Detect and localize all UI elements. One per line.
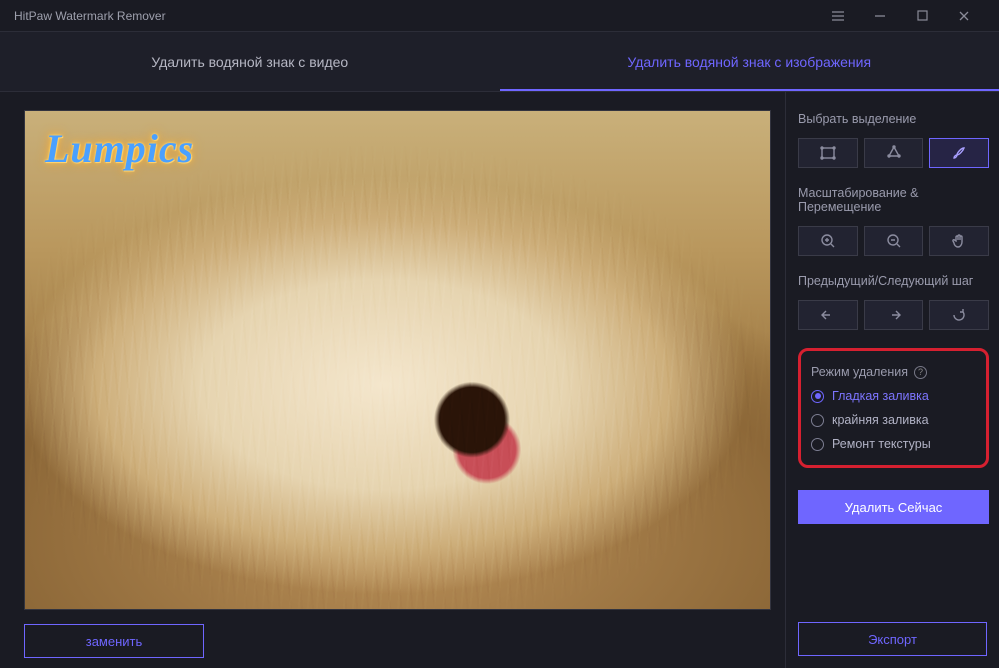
- mode-edge-label: крайняя заливка: [832, 413, 929, 427]
- brush-select-icon[interactable]: [929, 138, 989, 168]
- zoom-label: Масштабирование & Перемещение: [798, 186, 989, 214]
- minimize-button[interactable]: [859, 0, 901, 32]
- radio-icon: [811, 390, 824, 403]
- tab-video[interactable]: Удалить водяной знак с видео: [0, 32, 500, 91]
- side-panel: Выбрать выделение Масштабирование & Пере…: [785, 92, 999, 668]
- image-canvas[interactable]: Lumpics: [24, 110, 771, 610]
- replace-button[interactable]: заменить: [24, 624, 204, 658]
- canvas-inner: Lumpics: [25, 111, 770, 609]
- mode-label-text: Режим удаления: [811, 365, 908, 379]
- radio-icon: [811, 438, 824, 451]
- mode-texture-label: Ремонт текстуры: [832, 437, 931, 451]
- mode-smooth-label: Гладкая заливка: [832, 389, 929, 403]
- mode-edge[interactable]: крайняя заливка: [811, 413, 976, 427]
- app-title: HitPaw Watermark Remover: [14, 9, 817, 23]
- tab-image[interactable]: Удалить водяной знак с изображения: [500, 32, 999, 91]
- replace-row: заменить: [24, 610, 771, 658]
- undo-icon[interactable]: [798, 300, 858, 330]
- menu-icon[interactable]: [817, 0, 859, 32]
- remove-now-button[interactable]: Удалить Сейчас: [798, 490, 989, 524]
- mode-tabs: Удалить водяной знак с видео Удалить вод…: [0, 32, 999, 92]
- zoom-in-icon[interactable]: [798, 226, 858, 256]
- help-icon[interactable]: ?: [914, 366, 927, 379]
- canvas-column: Lumpics заменить: [0, 92, 785, 668]
- body: Lumpics заменить Выбрать выделение: [0, 92, 999, 668]
- removal-mode-group: Режим удаления ? Гладкая заливка крайняя…: [798, 348, 989, 468]
- preview-image: [25, 111, 770, 609]
- mode-label: Режим удаления ?: [811, 365, 976, 379]
- reset-icon[interactable]: [929, 300, 989, 330]
- history-tools: [798, 300, 989, 330]
- selection-tools: [798, 138, 989, 168]
- selection-label: Выбрать выделение: [798, 112, 989, 126]
- close-button[interactable]: [943, 0, 985, 32]
- titlebar: HitPaw Watermark Remover: [0, 0, 999, 32]
- export-row: Экспорт: [798, 622, 987, 656]
- lasso-select-icon[interactable]: [864, 138, 924, 168]
- radio-icon: [811, 414, 824, 427]
- mode-texture[interactable]: Ремонт текстуры: [811, 437, 976, 451]
- maximize-button[interactable]: [901, 0, 943, 32]
- hand-pan-icon[interactable]: [929, 226, 989, 256]
- zoom-tools: [798, 226, 989, 256]
- redo-icon[interactable]: [864, 300, 924, 330]
- rectangle-select-icon[interactable]: [798, 138, 858, 168]
- app-window: HitPaw Watermark Remover Удалить водяной…: [0, 0, 999, 668]
- watermark-overlay: Lumpics: [45, 125, 194, 172]
- zoom-out-icon[interactable]: [864, 226, 924, 256]
- history-label: Предыдущий/Следующий шаг: [798, 274, 989, 288]
- export-button[interactable]: Экспорт: [798, 622, 987, 656]
- mode-smooth[interactable]: Гладкая заливка: [811, 389, 976, 403]
